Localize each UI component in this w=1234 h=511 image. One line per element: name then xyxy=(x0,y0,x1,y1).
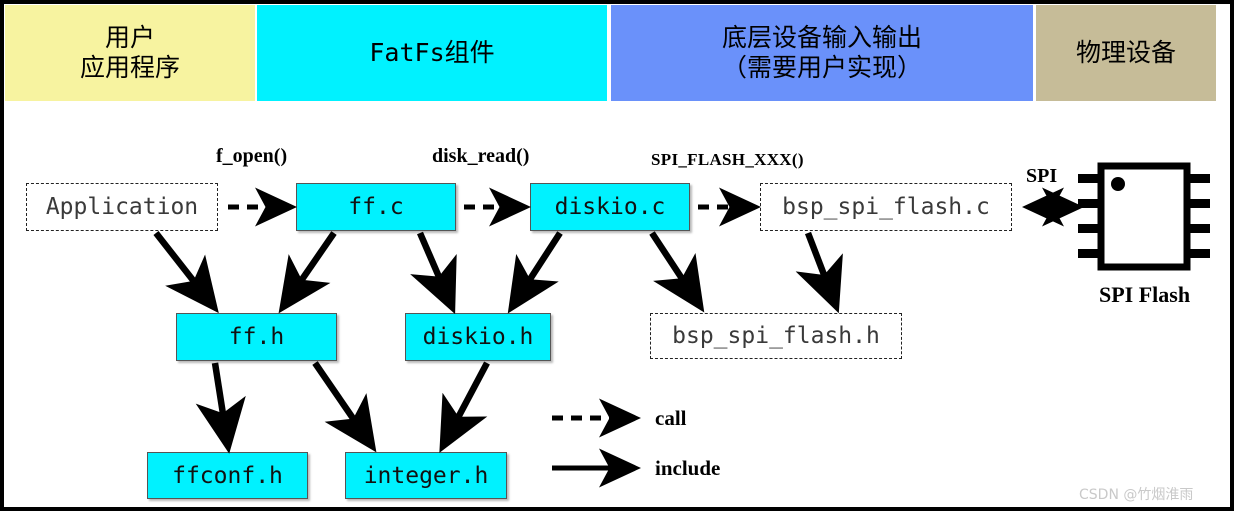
frame-border-top xyxy=(0,0,1234,4)
frame-border-bottom xyxy=(0,507,1234,511)
band-fatfs-label: FatFs组件 xyxy=(369,37,495,67)
node-diskio-c[interactable]: diskio.c xyxy=(530,183,690,231)
node-bsp-spi-flash-c[interactable]: bsp_spi_flash.c xyxy=(760,183,1012,231)
node-ff-c-label: ff.c xyxy=(348,194,404,220)
band-user-app: 用户 应用程序 xyxy=(5,5,255,101)
node-application-label: Application xyxy=(45,194,199,220)
node-diskio-h-label: diskio.h xyxy=(422,324,534,350)
arrow-ff-c-to-ff-h xyxy=(278,231,337,314)
band-user-app-label: 用户 应用程序 xyxy=(79,22,180,83)
node-diskio-c-label: diskio.c xyxy=(554,194,666,220)
node-ffconf-h-label: ffconf.h xyxy=(172,462,283,489)
node-ff-h[interactable]: ff.h xyxy=(176,313,337,361)
csdn-watermark: CSDN @竹烟淮雨 xyxy=(1079,487,1194,503)
frame-border-left xyxy=(0,0,4,511)
arrow-ff-h-to-ffconf-h xyxy=(195,362,246,454)
call-label-spi: SPI xyxy=(1026,165,1058,187)
band-lowlevel-io-label: 底层设备输入输出 （需要用户实现） xyxy=(721,22,922,83)
legend-include-label: include xyxy=(655,456,721,480)
spi-flash-chip-icon xyxy=(1078,162,1210,271)
band-physical-device-label: 物理设备 xyxy=(1075,37,1176,67)
node-integer-h[interactable]: integer.h xyxy=(345,452,507,499)
band-fatfs: FatFs组件 xyxy=(257,5,607,101)
arrow-ff-h-to-integer-h xyxy=(312,361,377,453)
diagram-canvas: 用户 应用程序 FatFs组件 底层设备输入输出 （需要用户实现） 物理设备 f… xyxy=(0,0,1234,511)
arrow-ff-c-to-diskio-h xyxy=(410,231,457,315)
arrow-diskio-c-to-bsp-spi-flash-h xyxy=(649,231,705,313)
call-label-disk-read: disk_read() xyxy=(432,145,530,167)
node-ff-h-label: ff.h xyxy=(228,324,285,350)
node-bsp-spi-flash-h[interactable]: bsp_spi_flash.h xyxy=(650,313,902,359)
legend-call-label: call xyxy=(655,406,687,430)
node-integer-h-label: integer.h xyxy=(363,462,489,489)
node-ffconf-h[interactable]: ffconf.h xyxy=(147,452,308,499)
arrow-bsp-spi-flash-c-to-bsp-spi-flash-h xyxy=(795,231,843,314)
node-bsp-spi-flash-c-label: bsp_spi_flash.c xyxy=(782,194,990,220)
spi-flash-chip-label: SPI Flash xyxy=(1099,282,1191,307)
call-label-f-open: f_open() xyxy=(216,145,288,167)
arrow-diskio-c-to-diskio-h xyxy=(507,231,563,314)
node-application[interactable]: Application xyxy=(26,183,218,231)
node-ff-c[interactable]: ff.c xyxy=(296,183,456,231)
node-bsp-spi-flash-h-label: bsp_spi_flash.h xyxy=(672,323,880,349)
call-label-spi-flash-xxx: SPI_FLASH_XXX() xyxy=(651,150,804,169)
frame-border-right xyxy=(1230,0,1234,511)
arrow-diskio-h-to-integer-h xyxy=(439,361,490,453)
arrow-application-to-ff-h xyxy=(153,230,219,314)
band-physical-device: 物理设备 xyxy=(1036,5,1216,101)
band-lowlevel-io: 底层设备输入输出 （需要用户实现） xyxy=(611,5,1033,101)
node-diskio-h[interactable]: diskio.h xyxy=(405,313,551,361)
